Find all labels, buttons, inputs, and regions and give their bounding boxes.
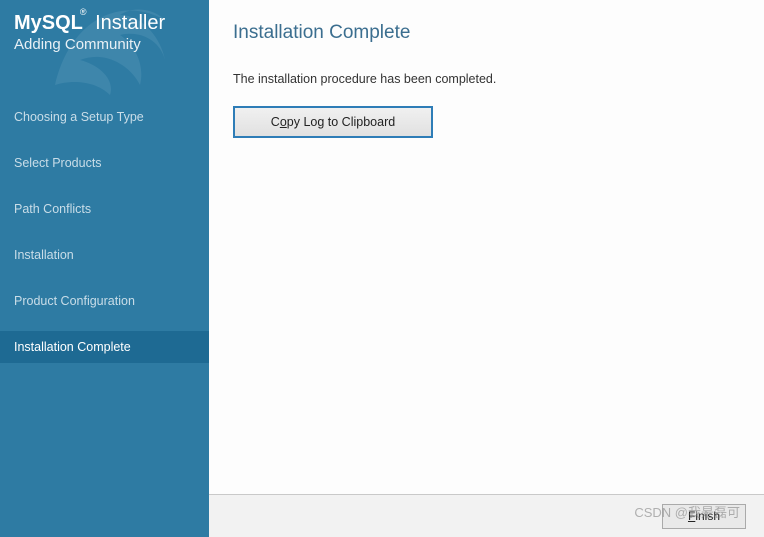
brand-title: MySQL® Installer [14, 12, 195, 34]
sidebar-item-product-configuration[interactable]: Product Configuration [0, 285, 209, 317]
finish-button[interactable]: Finish [662, 504, 746, 529]
main-panel: Installation Complete The installation p… [209, 0, 764, 537]
installer-window: MySQL® Installer Adding Community Choosi… [0, 0, 764, 537]
page-title: Installation Complete [233, 22, 740, 44]
footer-bar: Finish [209, 494, 764, 537]
brand-subtitle: Adding Community [14, 36, 195, 53]
sidebar-item-setup-type[interactable]: Choosing a Setup Type [0, 101, 209, 133]
copy-log-button[interactable]: Copy Log to Clipboard [233, 106, 433, 138]
sidebar-item-installation-complete[interactable]: Installation Complete [0, 331, 209, 363]
brand-product: Installer [95, 12, 165, 34]
sidebar: MySQL® Installer Adding Community Choosi… [0, 0, 209, 537]
brand-block: MySQL® Installer Adding Community [0, 0, 209, 53]
content-area: Installation Complete The installation p… [209, 0, 764, 494]
sidebar-item-installation[interactable]: Installation [0, 239, 209, 271]
step-list: Choosing a Setup Type Select Products Pa… [0, 101, 209, 363]
registered-icon: ® [80, 7, 87, 17]
brand-name: MySQL [14, 12, 83, 34]
sidebar-item-path-conflicts[interactable]: Path Conflicts [0, 193, 209, 225]
sidebar-item-select-products[interactable]: Select Products [0, 147, 209, 179]
completion-message: The installation procedure has been comp… [233, 72, 740, 86]
